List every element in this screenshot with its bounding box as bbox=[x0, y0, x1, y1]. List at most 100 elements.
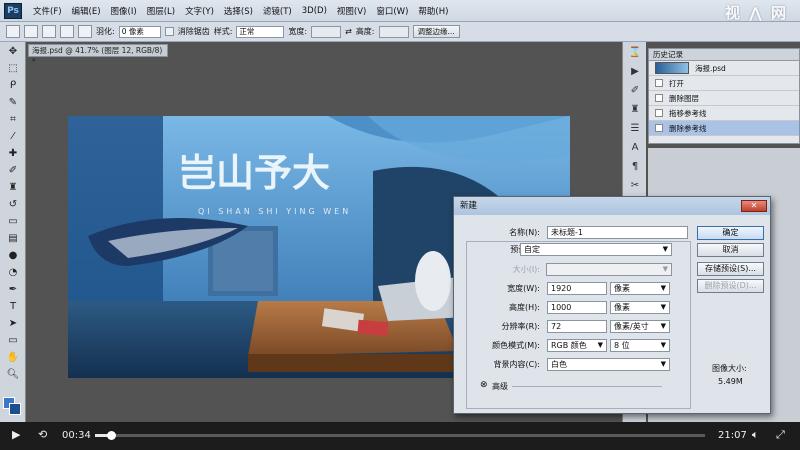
eyedropper-icon[interactable]: ⁄ bbox=[2, 128, 24, 144]
height-input[interactable] bbox=[378, 25, 409, 38]
quick-select-icon[interactable]: ✎ bbox=[2, 94, 24, 110]
marquee-tool-icon[interactable]: ⬚ bbox=[2, 60, 24, 76]
chevron-down-icon: ▼ bbox=[662, 245, 668, 253]
step-label: 删除图层 bbox=[669, 93, 699, 103]
step-checkbox[interactable] bbox=[655, 79, 663, 87]
chevron-down-icon: ▼ bbox=[660, 303, 666, 311]
name-input[interactable]: 未标题-1 bbox=[547, 226, 688, 239]
type-tool-icon[interactable]: T bbox=[2, 298, 24, 314]
close-icon[interactable]: ✕ bbox=[741, 200, 767, 212]
clone-stamp-icon[interactable]: ♜ bbox=[2, 179, 24, 195]
image-size-value: 5.49M bbox=[718, 377, 743, 386]
preset-select[interactable]: 自定 ▼ bbox=[520, 243, 672, 256]
ok-button[interactable]: 确定 bbox=[697, 226, 764, 240]
height-input[interactable]: 1000 bbox=[547, 301, 607, 314]
antialias-checkbox[interactable] bbox=[164, 27, 174, 36]
background-color-swatch[interactable] bbox=[9, 403, 21, 415]
paragraph-panel-icon[interactable]: ¶ bbox=[625, 158, 645, 175]
history-step[interactable]: 打开 bbox=[649, 76, 799, 91]
total-time: 21:07 bbox=[718, 430, 747, 441]
chevron-down-icon: ▼ bbox=[660, 284, 666, 292]
save-preset-button[interactable]: 存储预设(S)... bbox=[697, 262, 764, 276]
history-step[interactable]: 删除图层 bbox=[649, 91, 799, 106]
advanced-label[interactable]: 高级 bbox=[492, 381, 508, 392]
brush-tool-icon[interactable]: ✐ bbox=[2, 162, 24, 178]
height-unit-select[interactable]: 像素 ▼ bbox=[610, 301, 670, 314]
step-label: 拖移参考线 bbox=[669, 108, 707, 118]
advanced-toggle-icon[interactable]: ⊗ bbox=[480, 380, 488, 390]
new-selection-icon[interactable] bbox=[24, 25, 38, 38]
move-tool-icon[interactable]: ✥ bbox=[2, 43, 24, 59]
dodge-tool-icon[interactable]: ◔ bbox=[2, 264, 24, 280]
width-input[interactable] bbox=[311, 25, 342, 38]
replay-icon[interactable]: ⟲ bbox=[38, 428, 47, 441]
path-select-icon[interactable]: ➤ bbox=[2, 315, 24, 331]
zoom-tool-icon[interactable]: 🔍︎ bbox=[2, 366, 24, 382]
size-select[interactable]: ▼ bbox=[546, 263, 672, 276]
feather-label: 羽化: bbox=[96, 27, 115, 36]
fullscreen-icon[interactable]: ⤢ bbox=[776, 428, 785, 442]
subtract-selection-icon[interactable] bbox=[60, 25, 74, 38]
clone-source-icon[interactable]: ♜ bbox=[625, 101, 645, 118]
marquee-tool-icon[interactable] bbox=[6, 25, 20, 38]
menu-filter[interactable]: 滤镜(T) bbox=[258, 5, 297, 17]
step-checkbox[interactable] bbox=[655, 124, 663, 132]
bit-depth-select[interactable]: 8 位 ▼ bbox=[610, 339, 670, 352]
progress-track[interactable] bbox=[95, 431, 705, 440]
menu-image[interactable]: 图像(I) bbox=[106, 5, 142, 17]
color-mode-select[interactable]: RGB 颜色 ▼ bbox=[547, 339, 607, 352]
resolution-input[interactable]: 72 bbox=[547, 320, 607, 333]
step-checkbox[interactable] bbox=[655, 94, 663, 102]
menu-layer[interactable]: 图层(L) bbox=[142, 5, 180, 17]
menu-type[interactable]: 文字(Y) bbox=[180, 5, 219, 17]
refine-edge-button[interactable]: 调整边缘... bbox=[412, 25, 460, 38]
blur-tool-icon[interactable]: ● bbox=[2, 247, 24, 263]
style-select[interactable]: 正常 bbox=[236, 25, 285, 38]
photoshop-logo: Ps bbox=[4, 2, 22, 19]
progress-knob[interactable] bbox=[107, 431, 117, 440]
delete-preset-button[interactable]: 删除预设(D)... bbox=[697, 279, 764, 293]
menu-3d[interactable]: 3D(D) bbox=[297, 6, 332, 16]
crop-tool-icon[interactable]: ⌗ bbox=[2, 111, 24, 127]
character-panel-icon[interactable]: A bbox=[625, 139, 645, 156]
volume-icon[interactable]: 🔈︎ bbox=[752, 428, 759, 442]
actions-panel-icon[interactable]: ▶ bbox=[625, 63, 645, 80]
healing-brush-icon[interactable]: ✚ bbox=[2, 145, 24, 161]
height-label: 高度: bbox=[355, 27, 375, 36]
width-input[interactable]: 1920 bbox=[547, 282, 607, 295]
history-step-selected[interactable]: 删除参考线 bbox=[649, 121, 799, 136]
add-selection-icon[interactable] bbox=[42, 25, 56, 38]
history-panel-icon[interactable]: ⌛ bbox=[625, 44, 645, 61]
eraser-icon[interactable]: ▭ bbox=[2, 213, 24, 229]
background-select[interactable]: 白色 ▼ bbox=[547, 358, 670, 371]
gradient-tool-icon[interactable]: ▤ bbox=[2, 230, 24, 246]
step-checkbox[interactable] bbox=[655, 109, 663, 117]
brush-panel-icon[interactable]: ✐ bbox=[625, 82, 645, 99]
history-snapshot[interactable]: 海报.psd bbox=[649, 61, 799, 76]
resolution-unit-select[interactable]: 像素/英寸 ▼ bbox=[610, 320, 670, 333]
menu-help[interactable]: 帮助(H) bbox=[413, 5, 453, 17]
document-tab[interactable]: 海报.psd @ 41.7% (图层 12, RGB/8) * bbox=[28, 44, 168, 66]
tool-presets-icon[interactable]: ✂ bbox=[625, 177, 645, 194]
toolbox: ✥ ⬚ ᑭ ✎ ⌗ ⁄ ✚ ✐ ♜ ↺ ▭ ▤ ● ◔ ✒ T ➤ ▭ ✋ 🔍︎ bbox=[0, 42, 26, 422]
lasso-tool-icon[interactable]: ᑭ bbox=[2, 77, 24, 93]
cancel-button[interactable]: 取消 bbox=[697, 243, 764, 257]
menu-view[interactable]: 视图(V) bbox=[332, 5, 371, 17]
width-unit-select[interactable]: 像素 ▼ bbox=[610, 282, 670, 295]
history-brush-icon[interactable]: ↺ bbox=[2, 196, 24, 212]
play-icon[interactable]: ▶ bbox=[12, 428, 20, 441]
menu-window[interactable]: 窗口(W) bbox=[371, 5, 413, 17]
feather-input[interactable]: 0 像素 bbox=[118, 25, 161, 38]
swap-icon[interactable]: ⇄ bbox=[345, 27, 352, 36]
adjust-panel-icon[interactable]: ☰ bbox=[625, 120, 645, 137]
menu-edit[interactable]: 编辑(E) bbox=[67, 5, 106, 17]
menu-file[interactable]: 文件(F) bbox=[28, 5, 67, 17]
intersect-selection-icon[interactable] bbox=[78, 25, 92, 38]
menu-select[interactable]: 选择(S) bbox=[219, 5, 258, 17]
pen-tool-icon[interactable]: ✒ bbox=[2, 281, 24, 297]
chevron-down-icon: ▼ bbox=[597, 341, 603, 349]
hand-tool-icon[interactable]: ✋ bbox=[2, 349, 24, 365]
shape-tool-icon[interactable]: ▭ bbox=[2, 332, 24, 348]
history-step[interactable]: 拖移参考线 bbox=[649, 106, 799, 121]
resolution-label: 分辨率(R): bbox=[501, 322, 541, 331]
